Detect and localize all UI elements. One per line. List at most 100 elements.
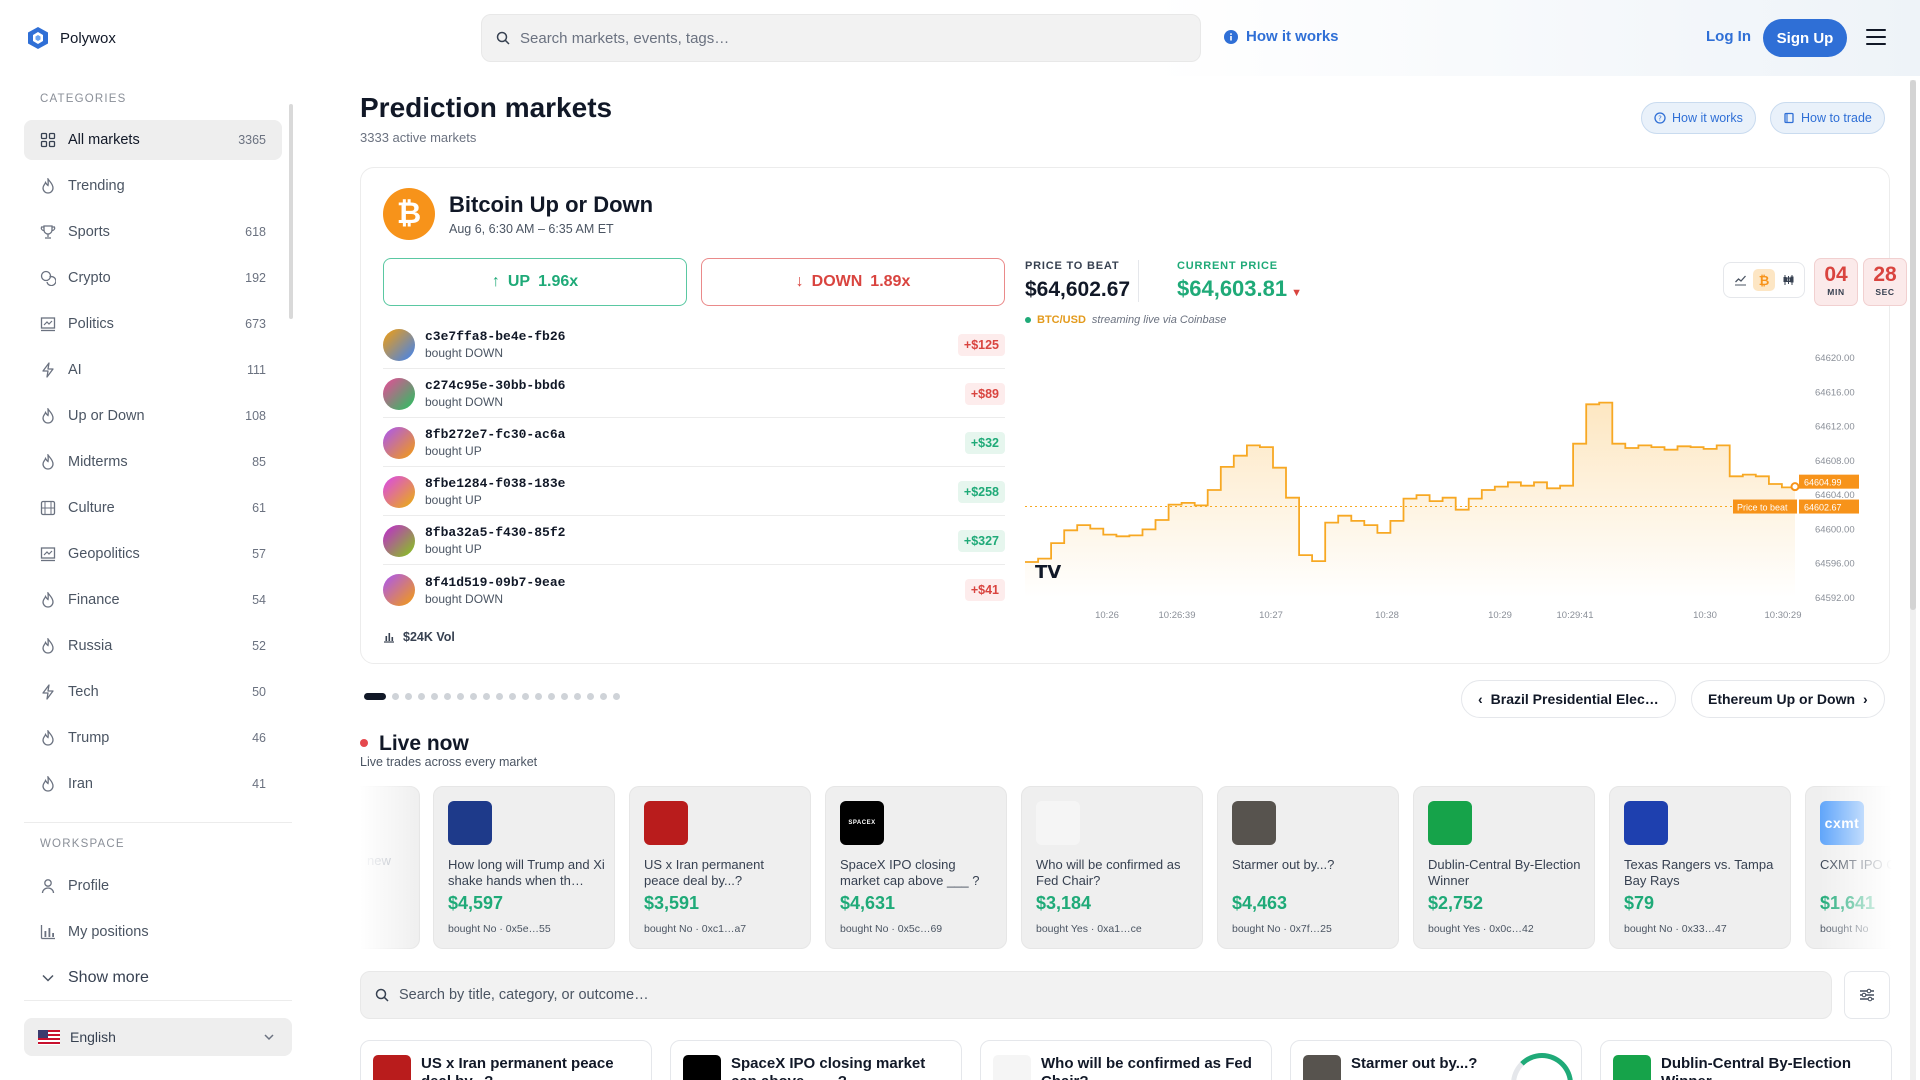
login-button[interactable]: Log In	[1706, 28, 1751, 45]
market-card[interactable]: SpaceX IPO closing market cap above ___ …	[670, 1040, 962, 1080]
live-trade-card[interactable]: Dublin-Central By-Election Winner $2,752 b…	[1413, 786, 1595, 949]
bar-chart-icon	[384, 633, 394, 643]
trade-row[interactable]: 8fbe1284-f038-183e bought UP +$258	[383, 468, 1005, 516]
sidebar-item-count: 61	[252, 501, 266, 515]
carousel-dot[interactable]	[613, 693, 620, 700]
candlestick-icon[interactable]	[1777, 269, 1799, 291]
market-search[interactable]	[360, 971, 1832, 1019]
bitcoin-icon: ₿	[383, 188, 435, 240]
bitcoin-toggle-icon[interactable]: ₿	[1753, 269, 1775, 291]
page-scrollbar[interactable]	[1910, 80, 1916, 1080]
down-button[interactable]: ↓ DOWN 1.89x	[701, 258, 1005, 306]
live-trade-card[interactable]: Texas Rangers vs. Tampa Bay Rays $79 bough…	[1609, 786, 1791, 949]
reference-tag-label: Price to beat	[1737, 503, 1788, 513]
how-it-works-link[interactable]: How it works	[1224, 28, 1339, 45]
market-card-title: Dublin-Central By-Election Winner	[1661, 1055, 1852, 1080]
sidebar-item-all-markets[interactable]: All markets 3365	[24, 120, 282, 160]
landmark-icon	[40, 546, 56, 562]
language-select[interactable]: English	[24, 1018, 292, 1056]
market-card[interactable]: Dublin-Central By-Election Winner	[1600, 1040, 1892, 1080]
carousel-dot[interactable]	[574, 693, 581, 700]
current-price-value: $64,603.81	[1177, 276, 1288, 301]
x-tick-label: 10:30	[1693, 610, 1717, 621]
carousel-dot[interactable]	[431, 693, 438, 700]
carousel-dot[interactable]	[509, 693, 516, 700]
live-trade-card[interactable]: How long will Trump and Xi shake hands w…	[433, 786, 615, 949]
carousel-dot[interactable]	[392, 693, 399, 700]
how-it-works-button[interactable]: ? How it works	[1641, 102, 1756, 134]
trade-amount: +$41	[964, 579, 1005, 601]
sidebar-item-politics[interactable]: Politics 673	[24, 304, 282, 344]
how-to-trade-button[interactable]: How to trade	[1770, 102, 1885, 134]
carousel-dot[interactable]	[444, 693, 451, 700]
avatar	[383, 524, 415, 557]
carousel-dot[interactable]	[548, 693, 555, 700]
logo[interactable]: Polywox	[26, 26, 116, 50]
next-market-button[interactable]: Ethereum Up or Down ›	[1691, 680, 1885, 718]
featured-market-card[interactable]: ₿ Bitcoin Up or Down Aug 6, 6:30 AM – 6:…	[360, 167, 1907, 664]
carousel-dot[interactable]	[457, 693, 464, 700]
sidebar-item-up-or-down[interactable]: Up or Down 108	[24, 396, 282, 436]
live-trade-card[interactable]: SPACEX SpaceX IPO closing market cap abov…	[825, 786, 1007, 949]
carousel-dot[interactable]	[496, 693, 503, 700]
live-trade-card[interactable]: Who will be confirmed as Fed Chair? $3,18…	[1021, 786, 1203, 949]
sidebar-item-crypto[interactable]: Crypto 192	[24, 258, 282, 298]
trade-row[interactable]: 8f41d519-09b7-9eae bought DOWN +$41	[383, 566, 1005, 614]
prev-market-button[interactable]: ‹ Brazil Presidential Elec…	[1461, 680, 1676, 718]
carousel-dot[interactable]	[364, 693, 386, 700]
price-chart[interactable]: 64620.00 64616.00 64612.00 64608.00 64604.00…	[1025, 328, 1881, 648]
market-card[interactable]: US x Iran permanent peace deal by...?	[360, 1040, 652, 1080]
carousel-dot[interactable]	[600, 693, 607, 700]
market-search-input[interactable]	[399, 987, 1799, 1003]
timer-sec-label: SEC	[1875, 287, 1895, 297]
sidebar-item-russia[interactable]: Russia 52	[24, 626, 282, 666]
sidebar-item-trump[interactable]: Trump 46	[24, 718, 282, 758]
avatar	[383, 426, 415, 459]
market-image	[1036, 801, 1080, 845]
carousel-dot[interactable]	[470, 693, 477, 700]
sidebar-item-count: 50	[252, 685, 266, 699]
carousel-dot[interactable]	[418, 693, 425, 700]
sidebar-item-midterms[interactable]: Midterms 85	[24, 442, 282, 482]
sidebar-item-sports[interactable]: Sports 618	[24, 212, 282, 252]
sidebar-item-profile[interactable]: Profile	[24, 866, 282, 906]
sidebar-item-trending[interactable]: Trending	[24, 166, 282, 206]
search-input[interactable]	[520, 29, 1160, 47]
live-trade-card[interactable]: Starmer out by...? $4,463 bought No · 0x7f…	[1217, 786, 1399, 949]
market-card[interactable]: Who will be confirmed as Fed Chair?	[980, 1040, 1272, 1080]
sidebar-item-show-more[interactable]: Show more	[24, 958, 282, 998]
trade-row[interactable]: c3e7ffa8-be4e-fb26 bought DOWN +$125	[383, 321, 1005, 369]
live-trades-strip[interactable]: new How long will Trump and Xi shake han…	[360, 786, 1910, 951]
trade-row[interactable]: 8fba32a5-f430-85f2 bought UP +$327	[383, 517, 1005, 565]
sidebar-item-finance[interactable]: Finance 54	[24, 580, 282, 620]
carousel-dot[interactable]	[587, 693, 594, 700]
sidebar-item-culture[interactable]: Culture 61	[24, 488, 282, 528]
carousel-dot[interactable]	[483, 693, 490, 700]
carousel-dot[interactable]	[405, 693, 412, 700]
filter-button[interactable]	[1844, 971, 1890, 1019]
sidebar-item-iran[interactable]: Iran 41	[24, 764, 282, 804]
sidebar-item-label: All markets	[68, 132, 140, 148]
signup-button[interactable]: Sign Up	[1763, 19, 1847, 57]
trade-row[interactable]: c274c95e-30bb-bbd6 bought DOWN +$89	[383, 370, 1005, 418]
x-tick-label: 10:26	[1095, 610, 1119, 621]
sidebar-item-ai[interactable]: AI 111	[24, 350, 282, 390]
line-chart-icon[interactable]	[1729, 269, 1751, 291]
sidebar-item-label: My positions	[68, 924, 149, 940]
global-search[interactable]	[481, 14, 1201, 62]
carousel-dot[interactable]	[522, 693, 529, 700]
trade-action: bought UP	[425, 444, 482, 458]
sliders-icon	[1860, 988, 1874, 1002]
sidebar-scrollbar[interactable]	[289, 104, 293, 319]
menu-icon[interactable]	[1866, 29, 1886, 45]
trade-row[interactable]: 8fb272e7-fc30-ac6a bought UP +$32	[383, 419, 1005, 467]
sidebar-item-tech[interactable]: Tech 50	[24, 672, 282, 712]
carousel-dot[interactable]	[561, 693, 568, 700]
carousel-dot[interactable]	[535, 693, 542, 700]
market-card[interactable]: Starmer out by...? 99%	[1290, 1040, 1582, 1080]
sidebar-item-my-positions[interactable]: My positions	[24, 912, 282, 952]
up-button[interactable]: ↑ UP 1.96x	[383, 258, 687, 306]
market-title[interactable]: Bitcoin Up or Down	[449, 192, 653, 218]
live-trade-card[interactable]: US x Iran permanent peace deal by...? $3,…	[629, 786, 811, 949]
sidebar-item-geopolitics[interactable]: Geopolitics 57	[24, 534, 282, 574]
